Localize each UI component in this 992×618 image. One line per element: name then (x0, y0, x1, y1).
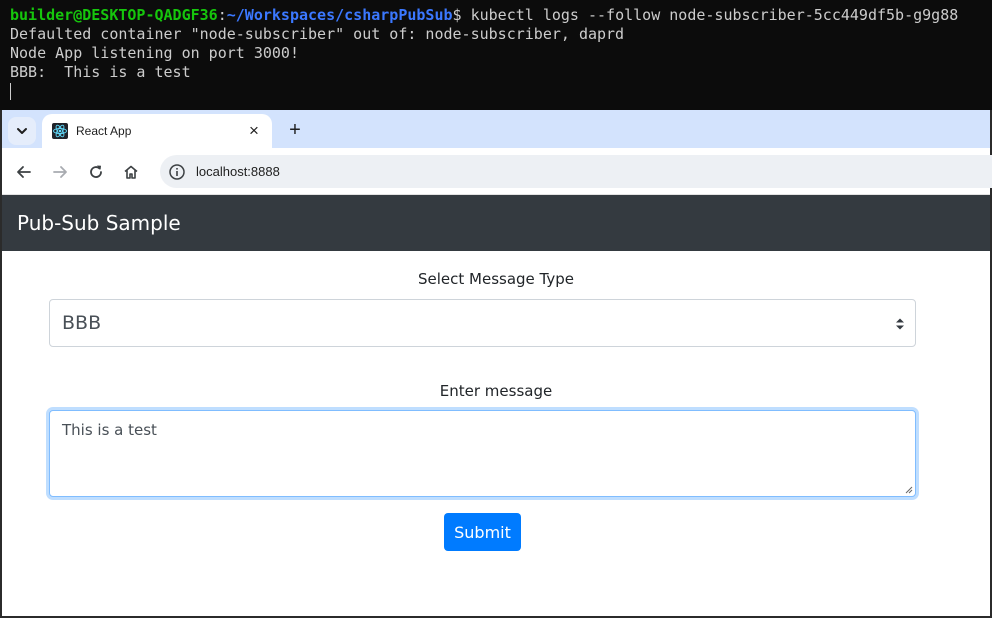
arrow-right-icon (53, 166, 67, 178)
reload-icon (90, 165, 102, 178)
close-icon[interactable]: × (244, 121, 264, 141)
prompt-user: builder@DESKTOP-QADGF36 (10, 6, 218, 24)
reload-button[interactable] (84, 160, 108, 184)
select-value: BBB (62, 312, 102, 334)
react-logo-icon (52, 123, 68, 139)
terminal-command: kubectl logs --follow node-subscriber-5c… (470, 6, 959, 24)
enter-message-label: Enter message (439, 382, 553, 400)
resize-grip-icon[interactable] (904, 485, 913, 494)
prompt-separator: : (217, 6, 227, 24)
select-message-type-label: Select Message Type (417, 270, 574, 288)
tab-react-app[interactable]: React App × (42, 114, 272, 148)
chevron-down-icon (17, 128, 27, 134)
url-text: localhost:8888 (196, 164, 280, 179)
app-title[interactable]: Pub-Sub Sample (17, 211, 181, 235)
tab-title: React App (76, 124, 132, 138)
terminal-output-line: BBB: This is a test (10, 63, 191, 81)
info-icon[interactable] (168, 163, 186, 181)
terminal-window[interactable]: builder@DESKTOP-QADGF36:~/Workspaces/csh… (0, 0, 992, 110)
terminal-prompt-line: builder@DESKTOP-QADGF36:~/Workspaces/csh… (10, 6, 992, 25)
home-button[interactable] (119, 160, 143, 184)
terminal-output-line: Defaulted container "node-subscriber" ou… (10, 25, 625, 43)
new-tab-button[interactable]: + (284, 119, 306, 141)
app-navbar: Pub-Sub Sample (2, 195, 990, 251)
message-text: This is a test (62, 421, 157, 439)
back-button[interactable] (12, 160, 36, 184)
terminal-cursor (10, 83, 11, 100)
prompt-path: ~/Workspaces/csharpPubSub (226, 6, 453, 24)
forward-button[interactable] (48, 160, 72, 184)
home-icon (124, 165, 138, 179)
tab-search-button[interactable] (8, 117, 36, 145)
prompt-end: $ (452, 6, 471, 24)
terminal-output-line: Node App listening on port 3000! (10, 44, 299, 62)
terminal-cursor-line (10, 82, 992, 101)
tab-strip: React App × + (2, 110, 990, 148)
browser-window: React App × + localhost:8888 Pub-Sub Sam… (0, 110, 992, 618)
address-bar[interactable]: localhost:8888 (160, 155, 992, 188)
browser-toolbar: localhost:8888 (2, 148, 992, 195)
message-textarea[interactable]: This is a test (49, 410, 916, 497)
select-arrows-icon (896, 318, 904, 330)
submit-button[interactable]: Submit (444, 513, 521, 551)
arrow-left-icon (17, 166, 31, 178)
message-type-select[interactable]: BBB (49, 299, 916, 347)
